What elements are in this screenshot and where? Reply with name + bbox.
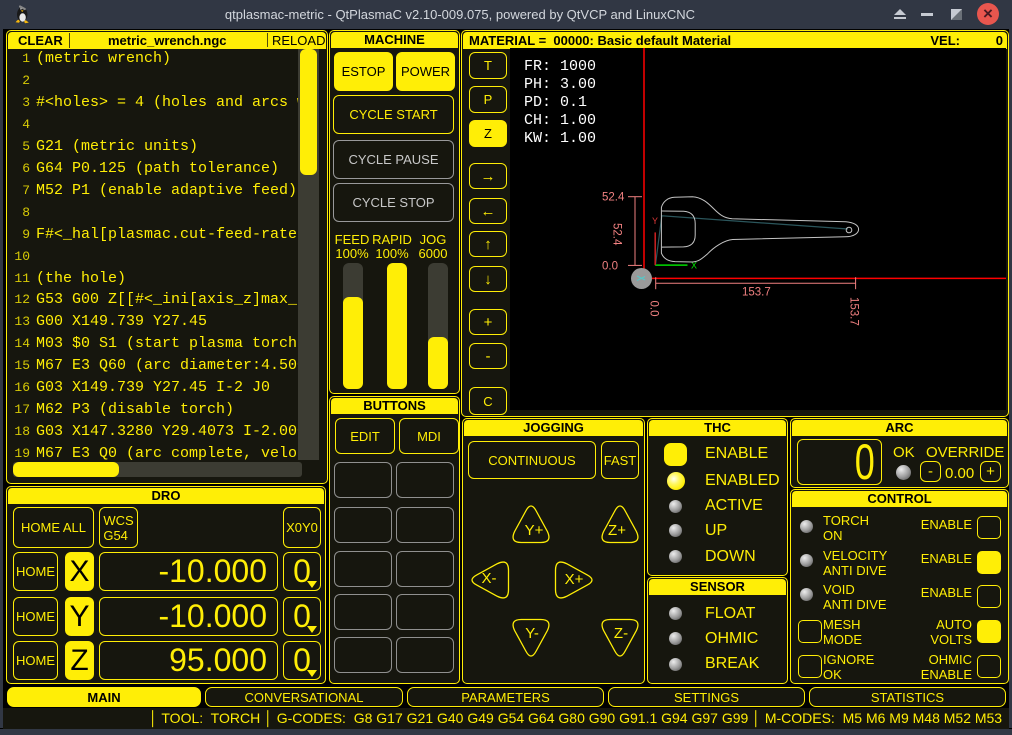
svg-text:X: X [691, 262, 697, 273]
svg-text:153.7: 153.7 [742, 287, 771, 299]
svg-text:Y: Y [652, 217, 658, 228]
svg-text:52.4: 52.4 [602, 192, 625, 204]
svg-text:0.0: 0.0 [602, 261, 618, 273]
svg-text:52.4: 52.4 [611, 223, 623, 246]
svg-text:153.7: 153.7 [848, 297, 860, 326]
svg-text:0.0: 0.0 [648, 301, 660, 317]
